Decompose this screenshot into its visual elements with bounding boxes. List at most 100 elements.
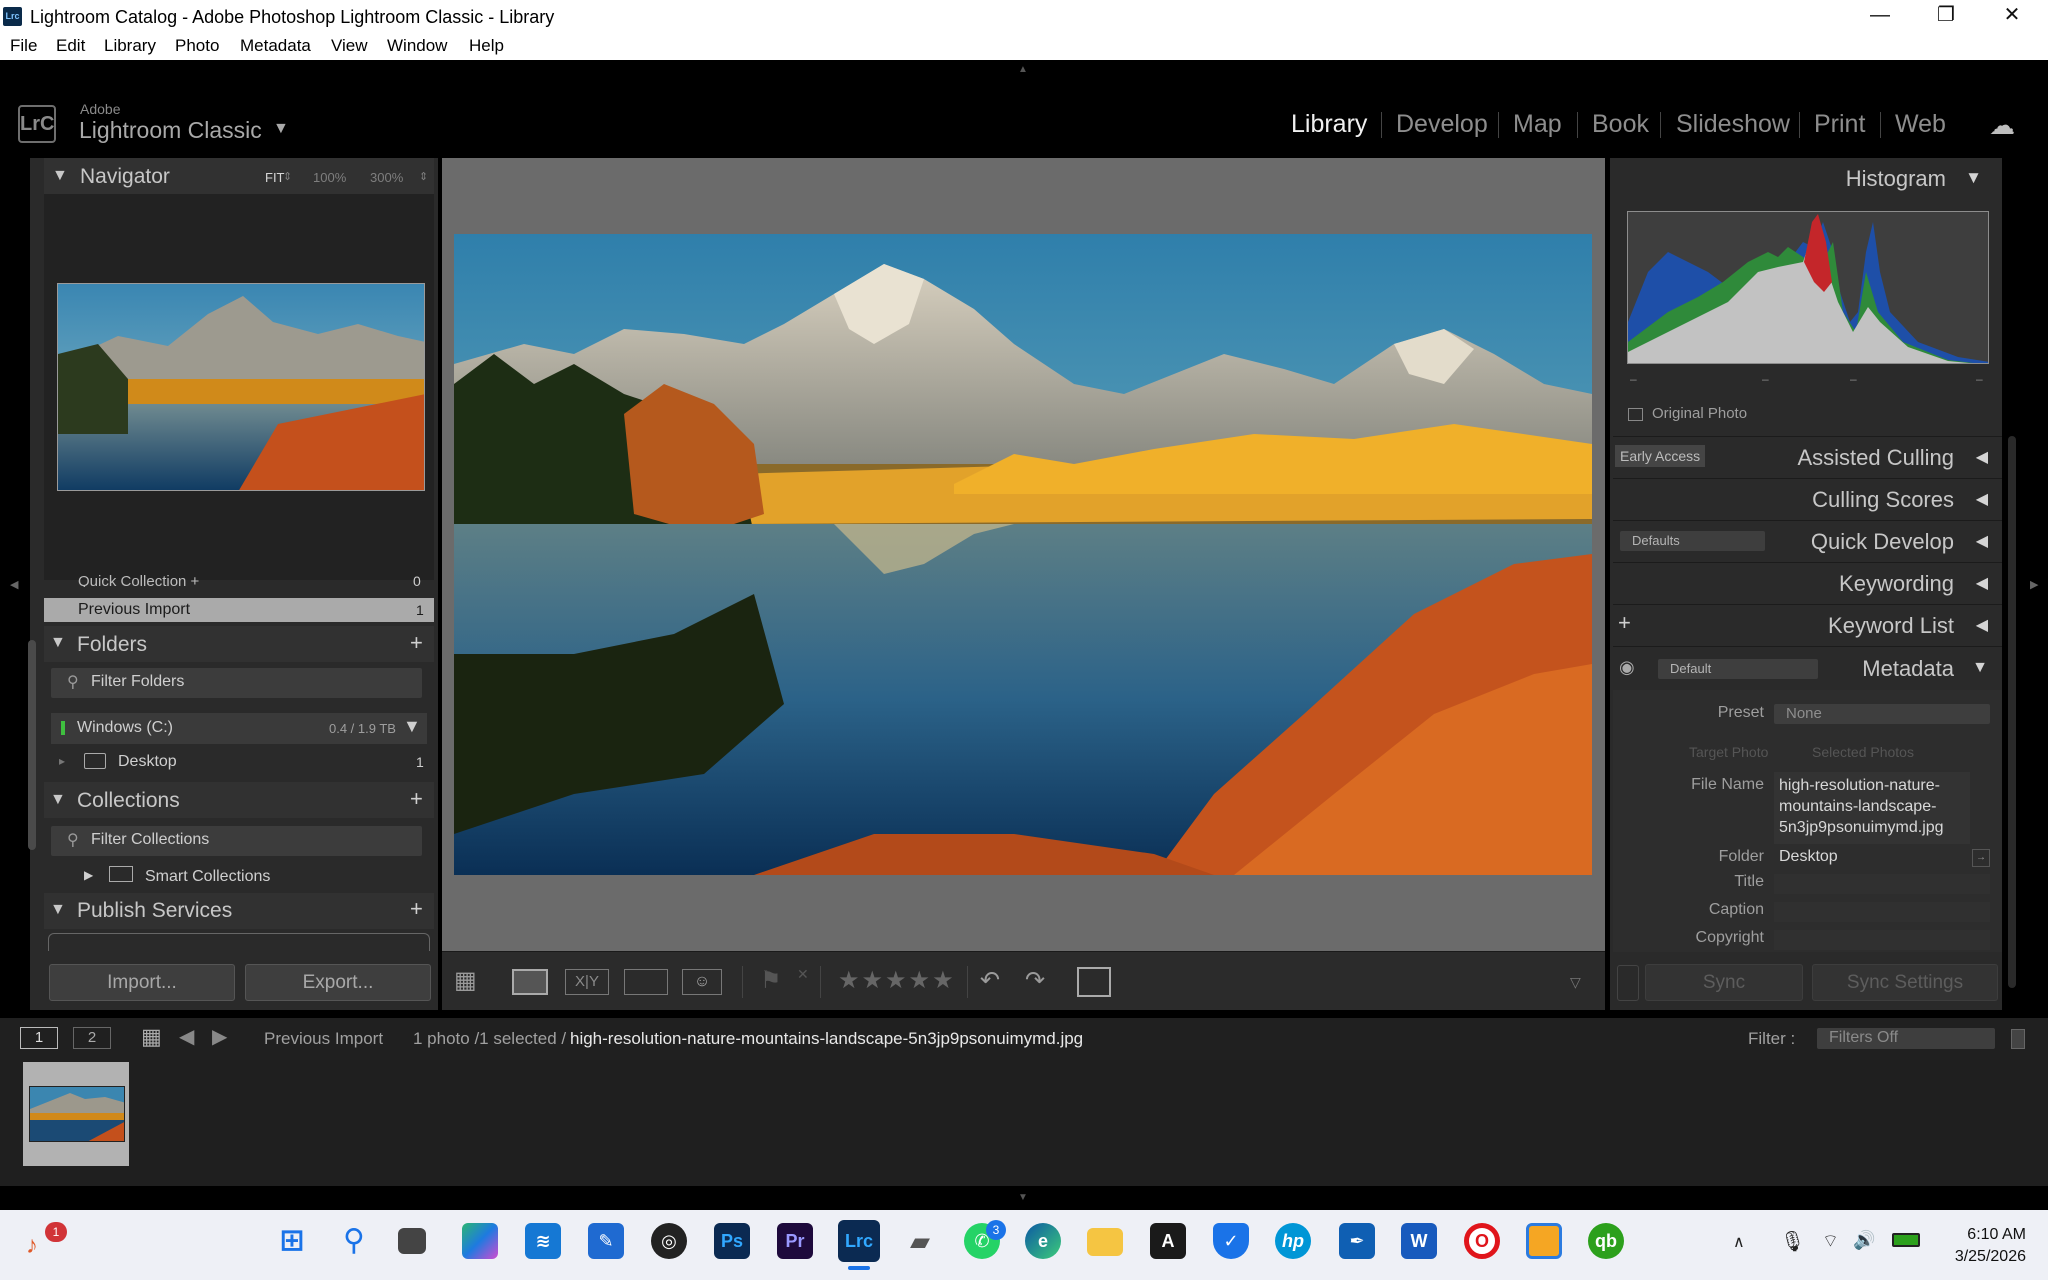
cloud-sync-icon[interactable]: ☁ [1989,110,2015,141]
quickbooks-icon[interactable]: qb [1588,1223,1624,1259]
crop-frame-icon[interactable] [1077,967,1111,997]
obs-icon[interactable]: ◎ [651,1223,687,1259]
desktop-folder[interactable]: Desktop [118,753,177,771]
survey-view-icon[interactable] [624,969,668,995]
filter-collections-input[interactable]: ⚲ Filter Collections [51,826,422,856]
module-print[interactable]: Print [1814,110,1865,139]
back-arrow-icon[interactable]: ◀ [179,1024,194,1049]
people-view-icon[interactable]: ☺ [682,969,722,995]
metadata-view-select[interactable]: Default [1658,659,1818,679]
rotate-counterclockwise-icon[interactable]: ↶ [980,966,1000,995]
expand-smart-collections-icon[interactable]: ▶ [84,868,93,882]
sync-toggle-switch[interactable] [1617,965,1639,1001]
module-web[interactable]: Web [1895,110,1946,139]
zoom-100[interactable]: 100% [313,170,346,185]
quick-develop-header[interactable]: Defaults Quick Develop ◀ [1613,520,2002,562]
lightroom-classic-taskbar-icon[interactable]: Lrc [838,1220,880,1262]
metadata-header[interactable]: ◉ Default Metadata ▼ [1613,646,2002,690]
volume-icon[interactable]: 🔊 [1853,1230,1875,1251]
copilot-icon[interactable] [462,1223,498,1259]
menu-help[interactable]: Help [469,36,504,56]
caption-field[interactable] [1774,902,1990,922]
filter-folders-input[interactable]: ⚲ Filter Folders [51,668,422,698]
toolbar-menu-icon[interactable]: ▽ [1570,974,1581,991]
menu-view[interactable]: View [331,36,368,56]
filmstrip-thumbnail[interactable] [29,1086,125,1142]
microphone-icon[interactable]: 🎙 [1780,1229,1805,1254]
filmstrip-source[interactable]: Previous Import [264,1029,383,1049]
star-rating-icon[interactable]: ★★★★★ [838,966,956,995]
add-collection-icon[interactable]: + [410,786,423,812]
menu-library[interactable]: Library [104,36,156,56]
original-photo-checkbox[interactable] [1628,408,1643,421]
module-develop[interactable]: Develop [1396,110,1488,139]
metadata-eye-icon[interactable]: ◉ [1619,657,1635,678]
window-app-icon[interactable] [1526,1223,1562,1259]
restore-button[interactable]: ❐ [1914,0,1978,33]
opera-icon[interactable]: O [1464,1223,1500,1259]
menu-photo[interactable]: Photo [175,36,219,56]
edge-icon[interactable]: e [1025,1223,1061,1259]
main-photo[interactable] [454,234,1592,875]
hp-icon[interactable]: hp [1275,1223,1311,1259]
module-book[interactable]: Book [1592,110,1649,139]
keywording-header[interactable]: Keywording ◀ [1613,562,2002,604]
publish-services-header[interactable]: ▼ Publish Services + [44,893,434,929]
zoom-fit-arrows-icon[interactable]: ⇕ [283,170,292,183]
module-slideshow[interactable]: Slideshow [1676,110,1790,139]
minimize-button[interactable]: — [1848,0,1912,33]
battery-icon[interactable] [1892,1233,1920,1247]
feather-app-icon[interactable]: ✒ [1339,1223,1375,1259]
defender-icon[interactable]: ✓ [1213,1223,1249,1259]
product-menu-arrow-icon[interactable]: ▼ [273,120,289,138]
right-panel-scrollbar[interactable] [2008,436,2016,988]
premiere-icon[interactable]: Pr [777,1223,813,1259]
acrobat-icon[interactable]: A [1150,1223,1186,1259]
show-hidden-icons[interactable]: ∧ [1733,1232,1745,1252]
module-library[interactable]: Library [1291,110,1367,139]
assisted-culling-header[interactable]: Early Access Assisted Culling ◀ [1613,436,2002,478]
culling-scores-header[interactable]: Culling Scores ◀ [1613,478,2002,520]
task-view-icon[interactable] [398,1228,426,1254]
photoshop-icon[interactable]: Ps [714,1223,750,1259]
wifi-icon[interactable]: ⌔ [1822,1230,1839,1253]
sync-button[interactable]: Sync [1645,964,1803,1001]
add-folder-icon[interactable]: + [410,630,423,656]
primary-monitor-button[interactable]: 1 [20,1027,58,1049]
bottom-panel-toggle-icon[interactable]: ▼ [1018,1192,1028,1203]
filter-lock-icon[interactable] [2011,1029,2025,1049]
navigator-thumbnail[interactable] [57,283,425,491]
menu-file[interactable]: File [10,36,37,56]
zoom-custom-arrows-icon[interactable]: ⇕ [419,170,428,183]
folders-header[interactable]: ▼ Folders + [44,626,434,662]
left-panel-scrollbar[interactable] [28,640,36,850]
import-button[interactable]: Import... [49,964,235,1001]
add-keyword-icon[interactable]: + [1618,610,1631,636]
loupe-view-icon[interactable] [512,969,548,995]
expand-folder-icon[interactable]: ▸ [59,754,65,768]
pen-app-icon[interactable]: ✎ [588,1223,624,1259]
rotate-clockwise-icon[interactable]: ↷ [1025,966,1045,995]
go-to-folder-icon[interactable]: → [1972,849,1990,867]
secondary-monitor-button[interactable]: 2 [73,1027,111,1049]
keyword-list-header[interactable]: + Keyword List ◀ [1613,604,2002,646]
top-panel-toggle-icon[interactable]: ▲ [1018,64,1028,75]
word-icon[interactable]: W [1401,1223,1437,1259]
windows-start-icon[interactable]: ⊞ [274,1223,310,1259]
add-publish-service-icon[interactable]: + [410,896,423,922]
volume-collapse-icon[interactable]: ▼ [403,716,421,737]
close-button[interactable]: ✕ [1980,0,2044,33]
filter-select[interactable]: Filters Off [1817,1028,1995,1049]
right-panel-toggle-icon[interactable]: ▶ [2030,578,2038,591]
collections-header[interactable]: ▼ Collections + [44,782,434,818]
flag-reject-icon[interactable]: ✕ [797,966,809,983]
menu-window[interactable]: Window [387,36,447,56]
histogram-header[interactable]: Histogram ▼ [1613,158,2002,200]
left-panel-toggle-icon[interactable]: ◀ [10,578,18,591]
file-explorer-icon[interactable] [1087,1228,1123,1256]
search-icon[interactable]: ⚲ [336,1223,372,1259]
smart-collections-item[interactable]: Smart Collections [145,868,270,886]
metadata-preset-select[interactable]: None [1774,704,1990,724]
menu-edit[interactable]: Edit [56,36,85,56]
grid-icon[interactable]: ▦ [141,1024,162,1050]
